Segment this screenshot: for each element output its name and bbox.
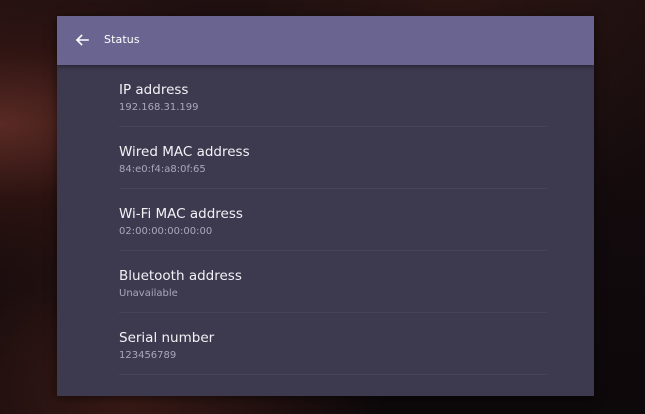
item-value: 84:e0:f4:a8:0f:65 bbox=[119, 164, 206, 175]
arrow-left-icon[interactable] bbox=[74, 32, 90, 48]
list-item-serial-number[interactable]: Serial number 123456789 bbox=[119, 313, 547, 375]
list-item-bluetooth-address[interactable]: Bluetooth address Unavailable bbox=[119, 251, 547, 313]
item-value: 123456789 bbox=[119, 350, 177, 361]
item-title: Wi-Fi MAC address bbox=[119, 206, 243, 222]
item-value: Unavailable bbox=[119, 288, 178, 299]
item-title: Wired MAC address bbox=[119, 144, 250, 160]
list-item-ip-address[interactable]: IP address 192.168.31.199 bbox=[119, 65, 547, 127]
status-panel: Status IP address 192.168.31.199 Wired M… bbox=[57, 16, 594, 396]
list-item-wifi-mac[interactable]: Wi-Fi MAC address 02:00:00:00:00:00 bbox=[119, 189, 547, 251]
item-title: Serial number bbox=[119, 330, 215, 346]
item-value: 192.168.31.199 bbox=[119, 102, 199, 113]
list-item-wired-mac[interactable]: Wired MAC address 84:e0:f4:a8:0f:65 bbox=[119, 127, 547, 189]
item-value: 02:00:00:00:00:00 bbox=[119, 226, 213, 237]
item-title: Bluetooth address bbox=[119, 268, 242, 284]
item-title: IP address bbox=[119, 82, 189, 98]
header-bar: Status bbox=[57, 16, 594, 65]
page-title: Status bbox=[104, 33, 140, 46]
status-list: IP address 192.168.31.199 Wired MAC addr… bbox=[57, 65, 594, 375]
